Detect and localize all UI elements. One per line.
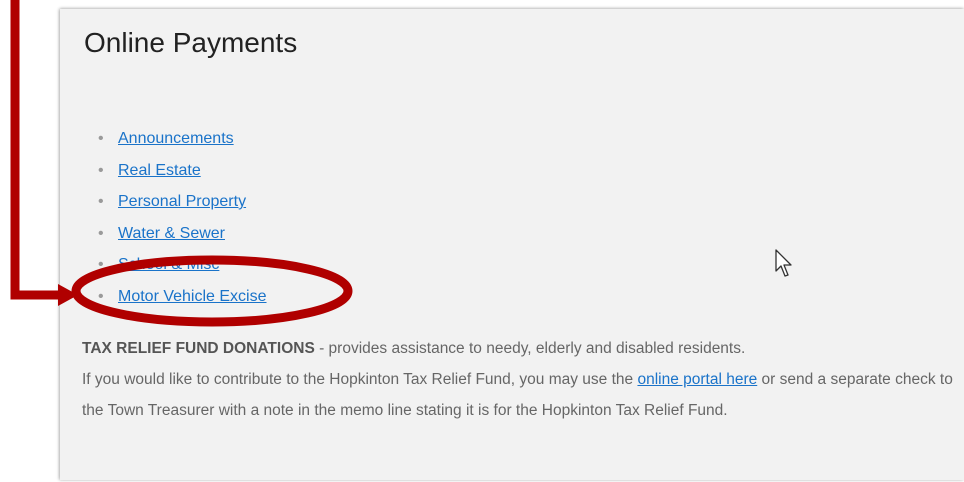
bullet-icon: • [98,287,104,305]
personal-property-link[interactable]: Personal Property [118,193,246,210]
tax-relief-description: - provides assistance to needy, elderly … [314,340,746,357]
list-item: • School & Misc [98,251,267,283]
page-title: Online Payments [84,27,298,58]
list-item: • Water & Sewer [98,220,267,252]
list-item: • Personal Property [98,188,267,220]
real-estate-link[interactable]: Real Estate [118,162,201,179]
bullet-icon: • [98,161,104,179]
mouse-cursor-icon [775,249,792,277]
bullet-icon: • [98,193,104,210]
bullet-icon: • [98,224,104,242]
annotation-arrow-line [10,0,63,300]
list-item: • Real Estate [98,157,267,189]
payment-links-list: • Announcements • Real Estate • Personal… [98,125,267,315]
bullet-icon: • [98,256,104,273]
online-portal-link[interactable]: online portal here [637,371,757,388]
list-item: • Announcements [98,125,267,157]
water-sewer-link[interactable]: Water & Sewer [118,225,225,242]
tax-relief-text-before: If you would like to contribute to the H… [82,371,638,388]
list-item: • Motor Vehicle Excise [98,283,267,315]
online-payments-panel: Online Payments • Announcements • Real E… [60,9,964,480]
school-misc-link[interactable]: School & Misc [118,256,219,273]
bullet-icon: • [98,130,104,147]
announcements-link[interactable]: Announcements [118,130,234,147]
tax-relief-fund-paragraph: TAX RELIEF FUND DONATIONS - provides ass… [82,333,958,426]
tax-relief-heading: TAX RELIEF FUND DONATIONS [82,340,315,357]
page: Online Payments • Announcements • Real E… [0,0,964,482]
motor-vehicle-excise-link[interactable]: Motor Vehicle Excise [118,288,267,305]
